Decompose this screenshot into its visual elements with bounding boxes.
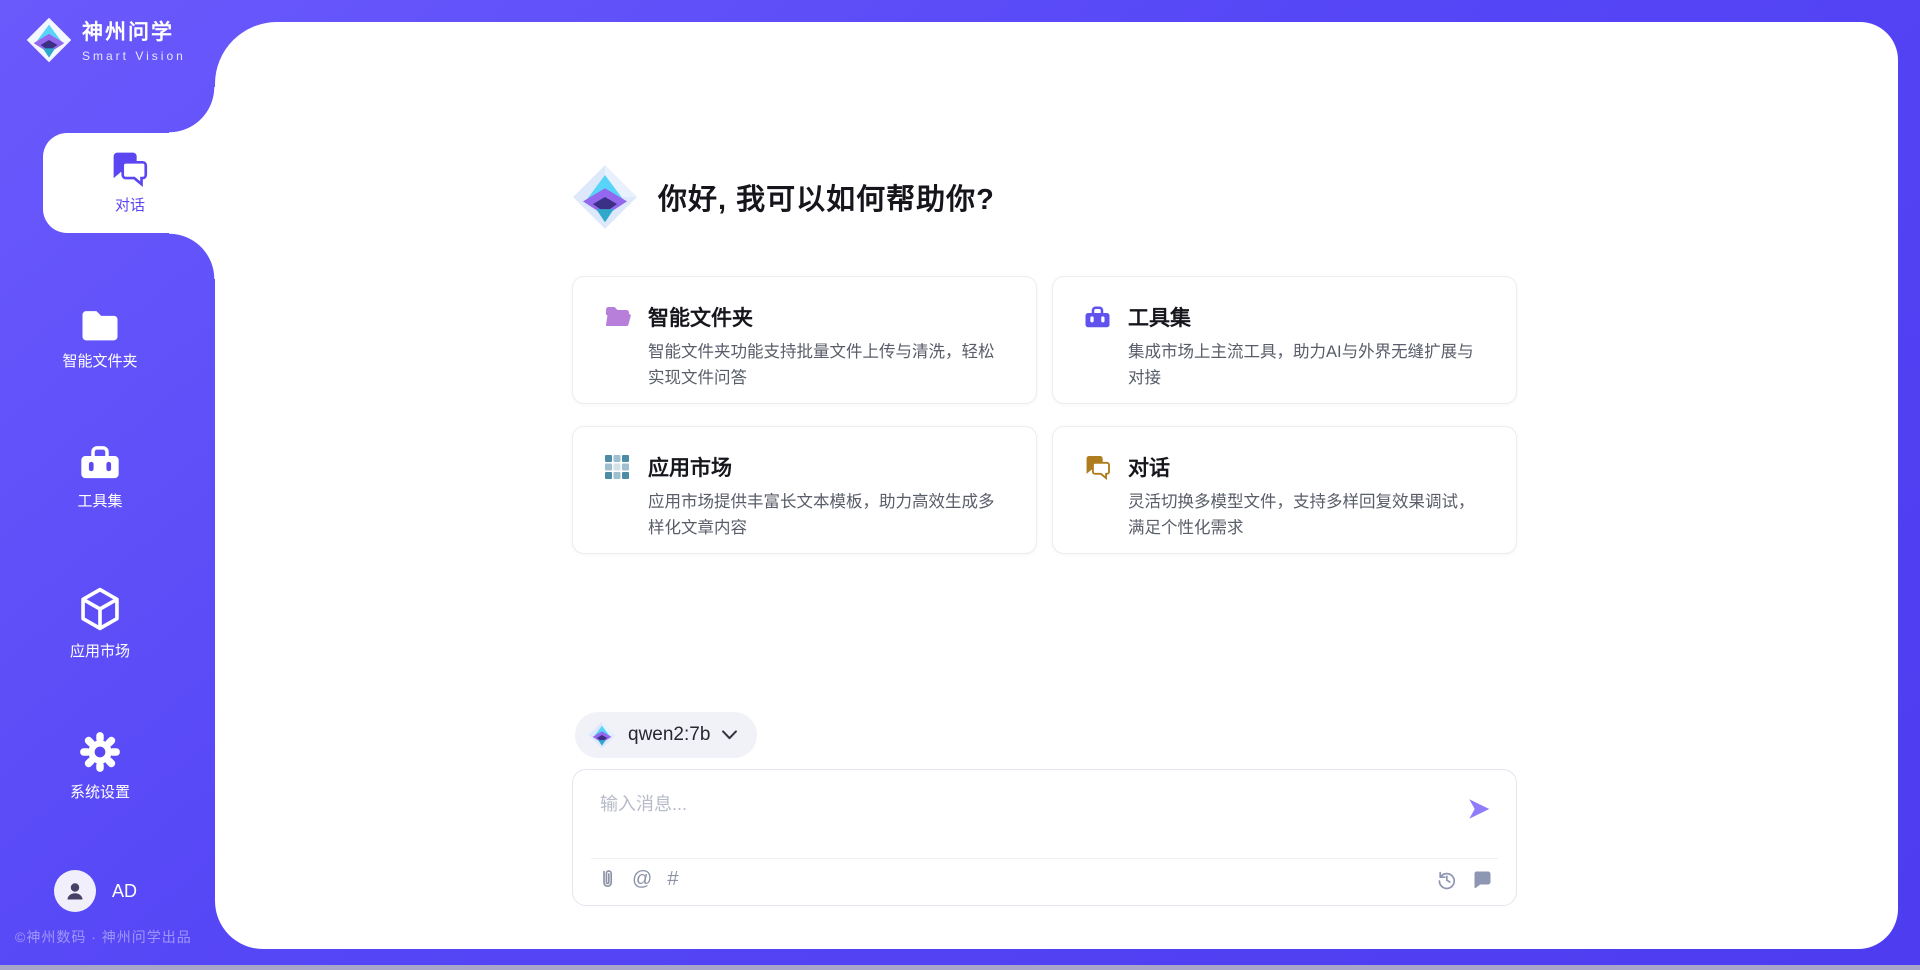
sidebar: 神州问学 Smart Vision 对话 智能文件夹 工具集 bbox=[0, 0, 215, 970]
sidebar-item-chat[interactable]: 对话 bbox=[43, 133, 217, 233]
model-name: qwen2:7b bbox=[628, 724, 710, 746]
user-profile[interactable]: AD bbox=[54, 870, 137, 912]
grid-icon bbox=[604, 454, 630, 480]
card-app-market[interactable]: 应用市场 应用市场提供丰富长文本模板，助力高效生成多样化文章内容 bbox=[572, 426, 1037, 554]
card-smart-folder[interactable]: 智能文件夹 智能文件夹功能支持批量文件上传与清洗，轻松实现文件问答 bbox=[572, 276, 1037, 404]
history-icon[interactable] bbox=[1436, 869, 1457, 890]
message-input[interactable]: 输入消息... bbox=[600, 790, 1446, 848]
avatar[interactable] bbox=[54, 870, 96, 912]
brand-diamond-icon bbox=[26, 17, 72, 63]
card-desc: 应用市场提供丰富长文本模板，助力高效生成多样化文章内容 bbox=[648, 489, 1006, 553]
card-title: 工具集 bbox=[1128, 302, 1486, 332]
sidebar-item-app-market[interactable]: 应用市场 bbox=[20, 586, 180, 661]
hashtag-icon[interactable]: # bbox=[667, 869, 678, 889]
folder-open-icon bbox=[604, 304, 632, 330]
card-desc: 集成市场上主流工具，助力AI与外界无缝扩展与对接 bbox=[1128, 339, 1486, 403]
gear-icon bbox=[79, 731, 121, 773]
chat-icon bbox=[1084, 455, 1112, 480]
sidebar-item-label: 应用市场 bbox=[70, 640, 130, 661]
screen-bottom-edge bbox=[0, 965, 1920, 970]
cube-icon bbox=[78, 586, 122, 632]
sidebar-item-toolbox[interactable]: 工具集 bbox=[20, 444, 180, 511]
sidebar-item-label: 工具集 bbox=[77, 490, 122, 511]
model-logo-diamond-icon bbox=[588, 721, 616, 749]
attachment-icon[interactable] bbox=[597, 868, 617, 890]
toolbox-icon bbox=[1084, 305, 1111, 330]
user-label: AD bbox=[112, 881, 137, 902]
composer-toolbar: @ # bbox=[597, 866, 1492, 892]
folder-icon bbox=[79, 306, 121, 342]
sidebar-item-label: 对话 bbox=[115, 194, 145, 215]
model-selector[interactable]: qwen2:7b bbox=[575, 712, 757, 758]
card-desc: 智能文件夹功能支持批量文件上传与清洗，轻松实现文件问答 bbox=[648, 339, 1006, 403]
toolbox-icon bbox=[79, 444, 121, 482]
message-composer: 输入消息... @ # bbox=[572, 769, 1517, 906]
chat-icon bbox=[110, 151, 150, 187]
brand-name: 神州问学 bbox=[82, 16, 186, 46]
hero-greeting: 你好, 我可以如何帮助你? bbox=[572, 154, 995, 240]
composer-divider bbox=[591, 858, 1498, 859]
send-icon[interactable] bbox=[1466, 796, 1492, 822]
sidebar-item-label: 系统设置 bbox=[70, 781, 130, 802]
brand-logo: 神州问学 Smart Vision bbox=[26, 16, 186, 63]
sidebar-item-label: 智能文件夹 bbox=[62, 350, 137, 371]
feature-cards: 智能文件夹 智能文件夹功能支持批量文件上传与清洗，轻松实现文件问答 工具集 集成… bbox=[572, 276, 1517, 554]
mention-icon[interactable]: @ bbox=[632, 869, 652, 889]
brand-subtitle: Smart Vision bbox=[82, 49, 186, 63]
card-desc: 灵活切换多模型文件，支持多样回复效果调试，满足个性化需求 bbox=[1128, 489, 1486, 553]
chat-bubble-icon[interactable] bbox=[1472, 869, 1492, 889]
card-title: 智能文件夹 bbox=[648, 302, 1006, 332]
sidebar-footer-text: ©神州数码 · 神州问学出品 bbox=[15, 927, 215, 947]
chevron-down-icon bbox=[722, 730, 737, 740]
card-chat[interactable]: 对话 灵活切换多模型文件，支持多样回复效果调试，满足个性化需求 bbox=[1052, 426, 1517, 554]
card-toolbox[interactable]: 工具集 集成市场上主流工具，助力AI与外界无缝扩展与对接 bbox=[1052, 276, 1517, 404]
person-icon bbox=[63, 879, 87, 903]
card-title: 应用市场 bbox=[648, 452, 1006, 482]
sidebar-item-settings[interactable]: 系统设置 bbox=[20, 731, 180, 802]
hero-logo-diamond-icon bbox=[572, 164, 638, 230]
card-title: 对话 bbox=[1128, 452, 1486, 482]
greeting-title: 你好, 我可以如何帮助你? bbox=[658, 176, 995, 218]
sidebar-item-smart-folder[interactable]: 智能文件夹 bbox=[20, 306, 180, 371]
